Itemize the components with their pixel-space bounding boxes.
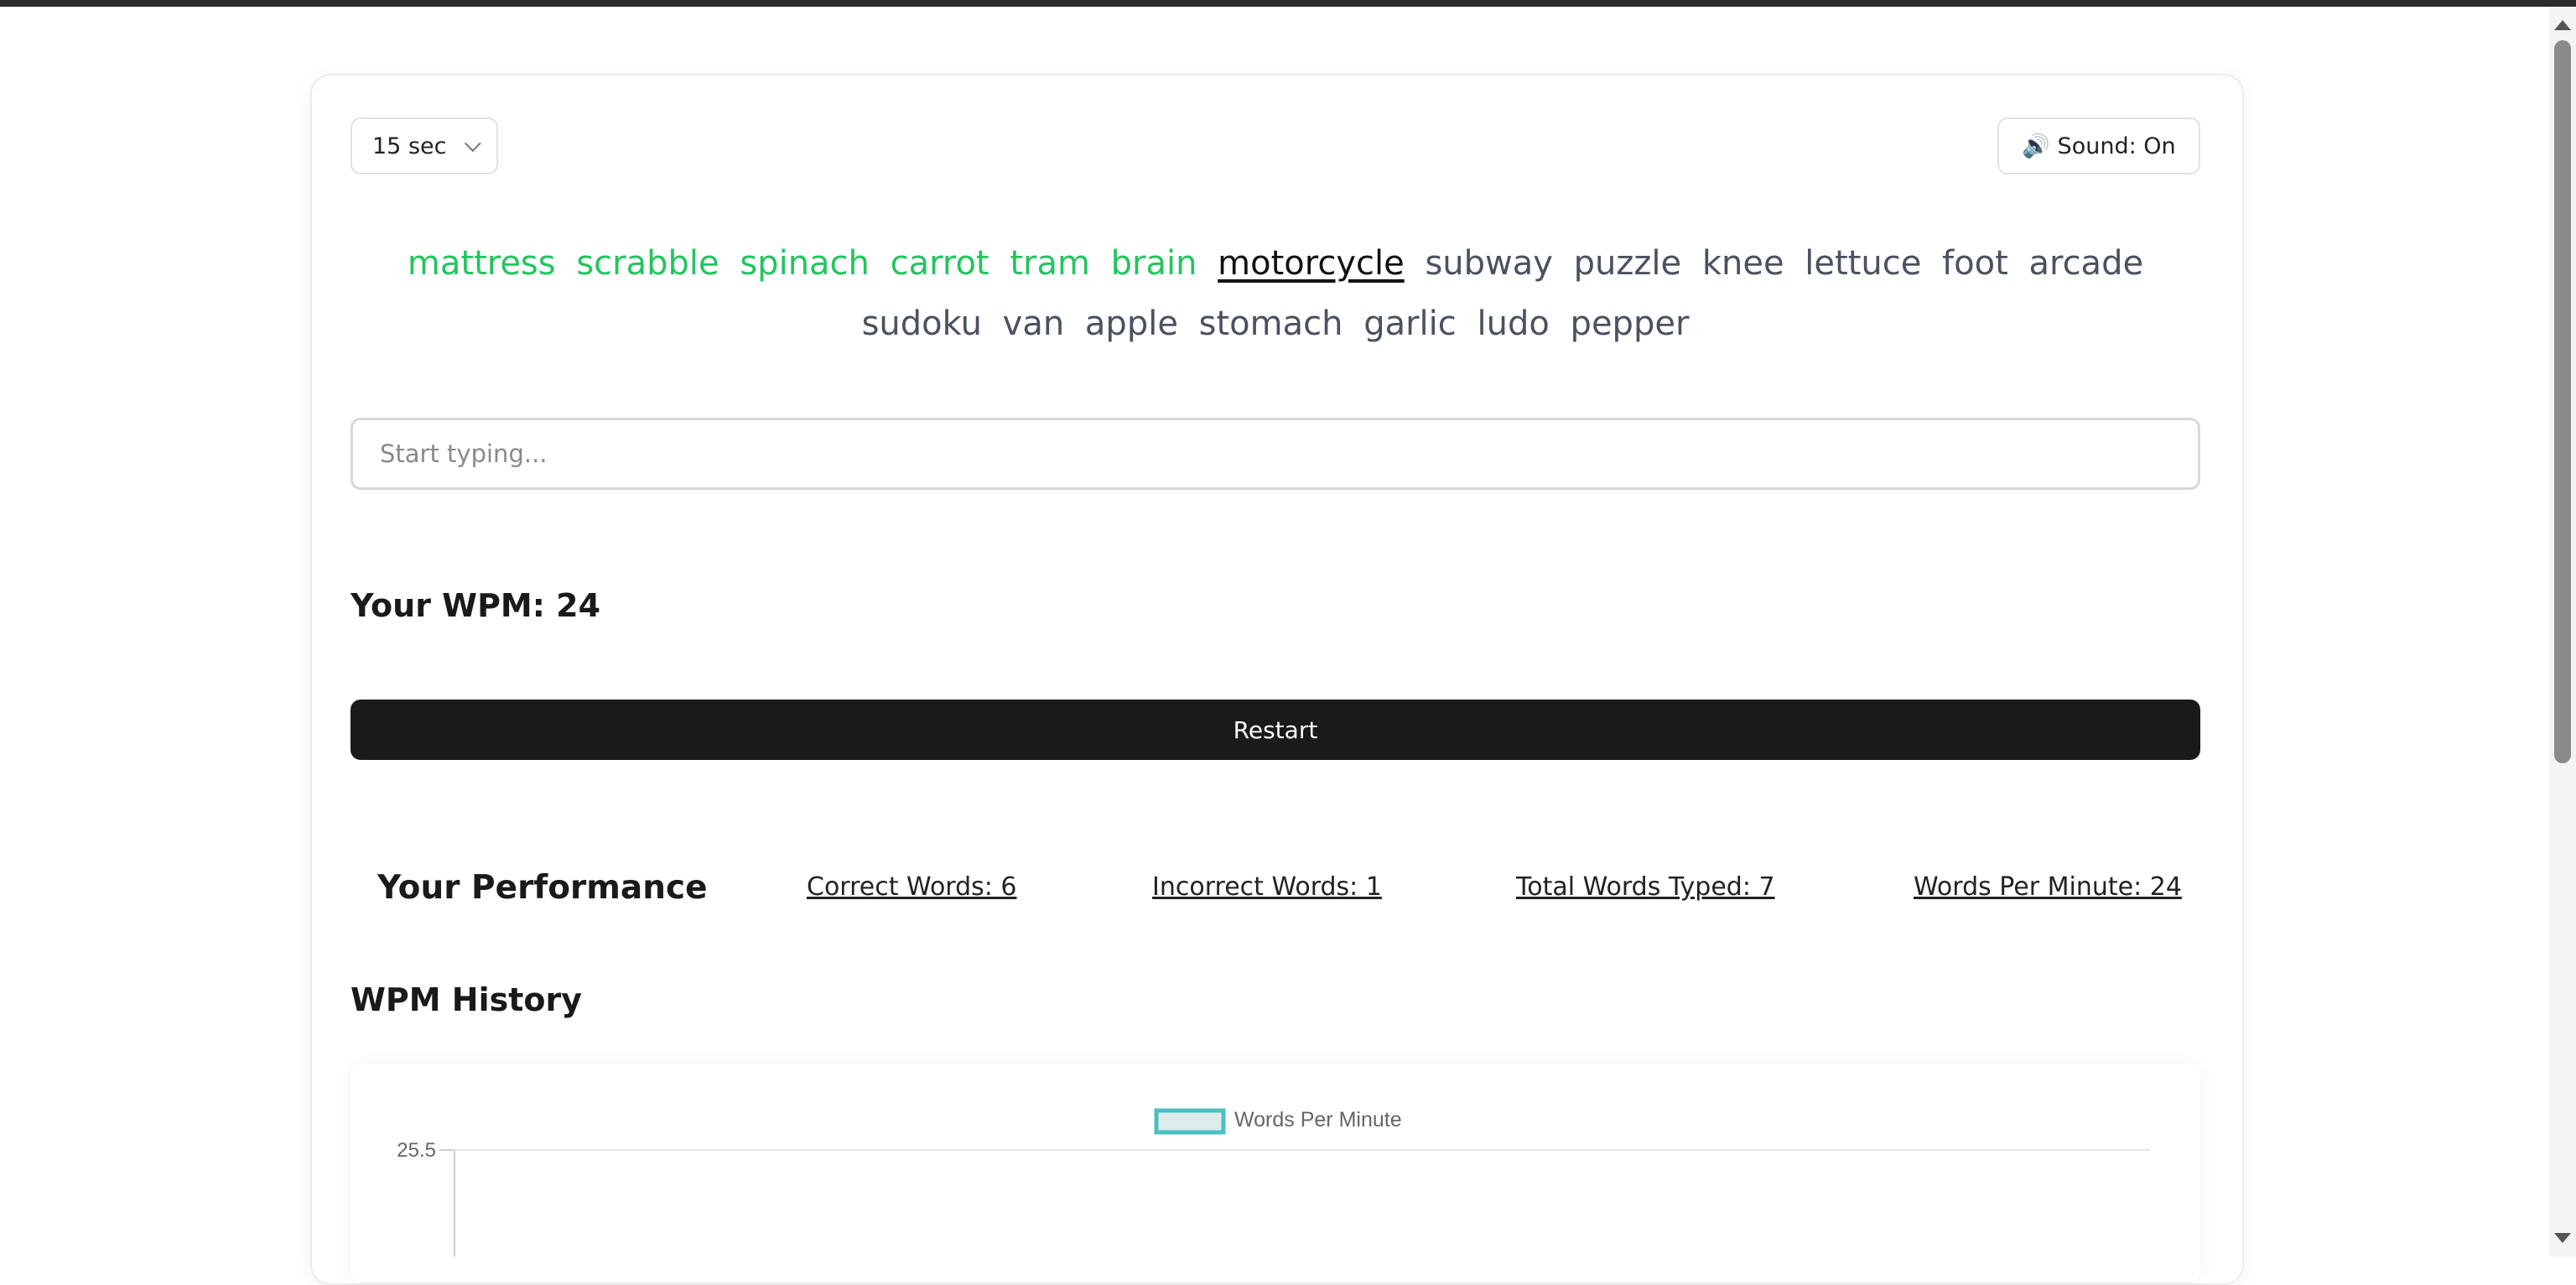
word-prompt: mattress scrabble spinach carrot tram br… <box>351 233 2200 354</box>
prompt-word: ludo <box>1477 304 1550 343</box>
performance-summary: Your Performance Correct Words: 6 Incorr… <box>351 869 2200 911</box>
legend-label: Words Per Minute <box>1234 1108 1402 1132</box>
sound-toggle-button[interactable]: 🔊 Sound: On <box>1997 117 2200 174</box>
wpm-chart-svg: Words Per Minute 25.5 <box>397 1108 2150 1256</box>
prompt-word: subway <box>1425 244 1553 283</box>
prompt-word: tram <box>1010 244 1090 283</box>
prompt-word: foot <box>1942 244 2008 283</box>
wpm-history-title: WPM History <box>351 981 583 1018</box>
prompt-word: mattress <box>407 244 556 283</box>
chevron-down-icon <box>465 135 482 153</box>
scroll-up-arrow-icon[interactable] <box>2554 20 2571 30</box>
prompt-word: pepper <box>1570 304 1690 343</box>
performance-title: Your Performance <box>377 869 708 907</box>
prompt-word: stomach <box>1198 304 1343 343</box>
prompt-word: garlic <box>1363 304 1457 343</box>
duration-select[interactable]: 15 sec <box>351 117 498 174</box>
sound-toggle-label: 🔊 Sound: On <box>2022 133 2176 159</box>
prompt-word: sudoku <box>861 304 982 343</box>
restart-button[interactable]: Restart <box>351 700 2200 760</box>
wpm-result: Your WPM: 24 <box>351 587 601 624</box>
prompt-word: carrot <box>890 244 989 283</box>
wpm-stat: Words Per Minute: 24 <box>1914 872 2182 902</box>
wpm-history-chart: Words Per Minute 25.5 <box>351 1064 2200 1282</box>
legend-swatch <box>1154 1108 1226 1135</box>
typing-input[interactable] <box>351 418 2200 490</box>
prompt-word: van <box>1002 304 1065 343</box>
incorrect-words-stat: Incorrect Words: 1 <box>1152 872 1382 902</box>
prompt-word: arcade <box>2028 244 2144 283</box>
prompt-word: knee <box>1701 244 1784 283</box>
y-tick-label: 25.5 <box>397 1139 436 1162</box>
scrollbar-thumb[interactable] <box>2554 40 2571 763</box>
page-scrollbar[interactable] <box>2549 7 2576 1256</box>
prompt-word: puzzle <box>1573 244 1682 283</box>
prompt-word: brain <box>1110 244 1197 283</box>
prompt-word: scrabble <box>576 244 719 283</box>
prompt-word: spinach <box>740 244 870 283</box>
prompt-word: motorcycle <box>1218 244 1405 283</box>
scroll-down-arrow-icon[interactable] <box>2554 1233 2571 1243</box>
total-words-stat: Total Words Typed: 7 <box>1516 872 1775 902</box>
duration-value: 15 sec <box>372 133 447 159</box>
prompt-word: apple <box>1084 304 1178 343</box>
correct-words-stat: Correct Words: 6 <box>807 872 1017 902</box>
prompt-word: lettuce <box>1805 244 1922 283</box>
browser-top-bar <box>0 0 2576 7</box>
